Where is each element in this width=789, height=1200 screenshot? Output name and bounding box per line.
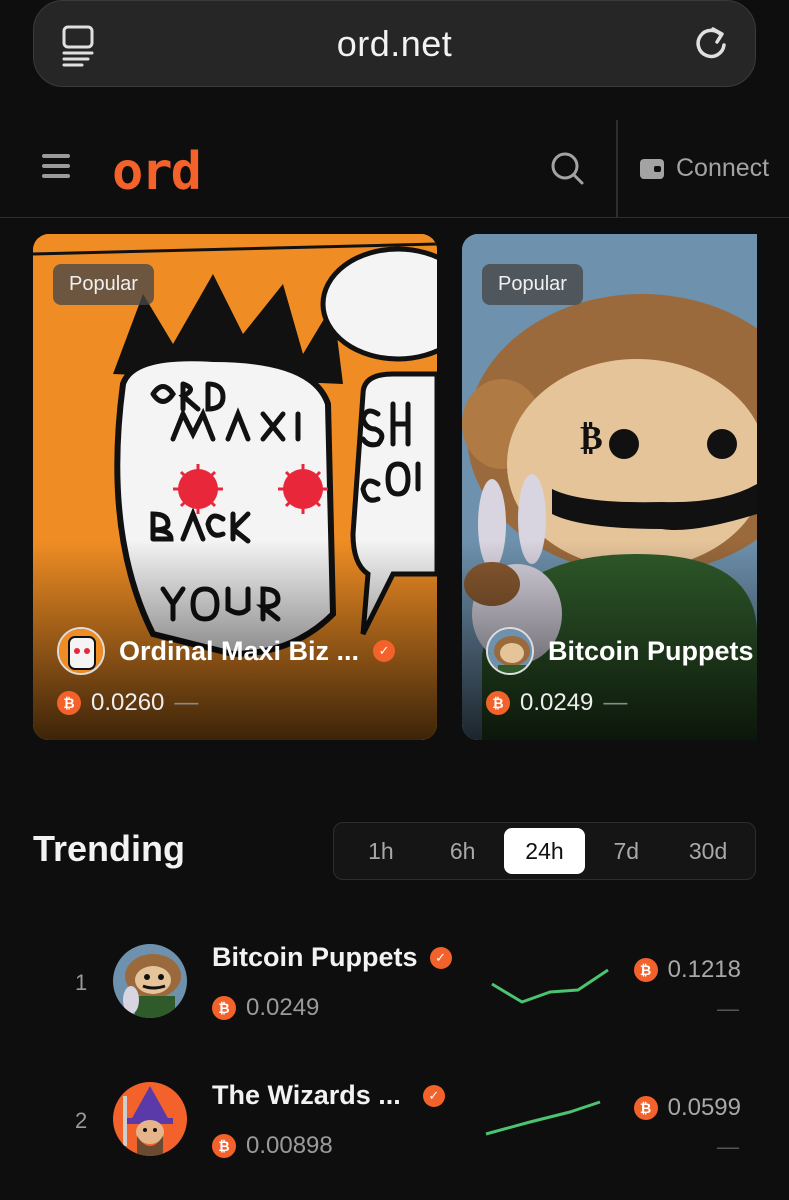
collection-name: Bitcoin Puppets (548, 635, 754, 666)
featured-card[interactable]: Popular Ordinal Maxi Biz ... ✓ ₿ 0.0260 … (33, 234, 437, 740)
ord-logo[interactable]: ord (112, 142, 202, 202)
floor-price: 0.0260 (91, 689, 165, 716)
header-divider (616, 120, 618, 218)
period-30d[interactable]: 30d (667, 828, 749, 874)
featured-card[interactable]: ₿ Popular Bitcoin Puppets ₿ 0.0249 — (462, 234, 757, 740)
price-change: — (603, 689, 628, 716)
volume-change: — (717, 996, 739, 1021)
period-7d[interactable]: 7d (585, 828, 667, 874)
svg-text:₿: ₿ (580, 418, 603, 458)
collection-avatar (113, 1082, 187, 1156)
popular-badge: Popular (53, 264, 154, 305)
volume-row: ₿ 0.1218 (633, 956, 741, 984)
trending-row[interactable]: 2 The Wizards ... ✓ ₿ 0.00898 ₿ 0.0599 — (0, 1068, 789, 1188)
rank-number: 1 (75, 970, 88, 995)
browser-url-bar[interactable]: ord.net (33, 0, 756, 87)
rank-number: 2 (75, 1108, 88, 1133)
card-price-row: ₿ 0.0260 — (57, 689, 198, 717)
verified-icon: ✓ (422, 1084, 445, 1107)
volume-value: 0.1218 (667, 956, 741, 983)
floor-price: 0.0249 (246, 994, 320, 1021)
period-1h[interactable]: 1h (340, 828, 422, 874)
sparkline-chart (485, 1100, 601, 1136)
collection-name: Ordinal Maxi Biz ... (119, 635, 360, 666)
popular-badge: Popular (482, 264, 583, 305)
floor-price-row: ₿ 0.0249 (212, 994, 319, 1022)
verified-icon: ✓ (429, 946, 452, 969)
wallet-icon (640, 158, 664, 179)
collection-avatar (57, 627, 105, 675)
volume-value: 0.0599 (667, 1094, 741, 1121)
trending-row[interactable]: 1 Bitcoin Puppets ✓ ₿ 0.0249 ₿ 0.1218 — (0, 930, 789, 1050)
price-change: — (174, 689, 199, 716)
card-price-row: ₿ 0.0249 — (486, 689, 627, 717)
search-icon[interactable] (549, 150, 585, 186)
collection-avatar (486, 627, 534, 675)
trending-name-row: Bitcoin Puppets ✓ (212, 942, 452, 973)
card-title-row: Ordinal Maxi Biz ... ✓ (57, 627, 396, 675)
period-6h[interactable]: 6h (422, 828, 504, 874)
bitcoin-icon: ₿ (212, 996, 236, 1020)
card-title-row: Bitcoin Puppets (486, 627, 754, 675)
sparkline-chart (491, 968, 609, 1004)
collection-name: Bitcoin Puppets (212, 942, 418, 972)
volume-row: ₿ 0.0599 (633, 1094, 741, 1122)
trending-title: Trending (33, 828, 185, 869)
menu-icon[interactable] (42, 154, 70, 180)
bitcoin-icon: ₿ (633, 958, 658, 982)
floor-price: 0.0249 (520, 689, 594, 716)
connect-button[interactable]: Connect (640, 154, 769, 183)
volume-change: — (717, 1134, 739, 1159)
app-header: ord Connect (0, 120, 789, 218)
period-24h[interactable]: 24h (503, 828, 586, 874)
verified-icon: ✓ (373, 640, 396, 662)
url-text[interactable]: ord.net (337, 23, 453, 65)
floor-price: 0.00898 (246, 1132, 333, 1159)
connect-label: Connect (676, 154, 770, 182)
bitcoin-icon: ₿ (486, 691, 510, 715)
bitcoin-icon: ₿ (633, 1096, 658, 1120)
bitcoin-icon: ₿ (212, 1134, 236, 1158)
reload-icon[interactable] (691, 21, 731, 65)
collection-avatar (113, 944, 187, 1018)
period-selector: 1h 6h 24h 7d 30d (333, 822, 756, 880)
bitcoin-icon: ₿ (57, 691, 81, 715)
trending-name-row: The Wizards ... ✓ (212, 1080, 445, 1111)
floor-price-row: ₿ 0.00898 (212, 1132, 333, 1160)
collection-name: The Wizards ... (212, 1080, 401, 1110)
tabs-icon[interactable] (60, 23, 100, 67)
